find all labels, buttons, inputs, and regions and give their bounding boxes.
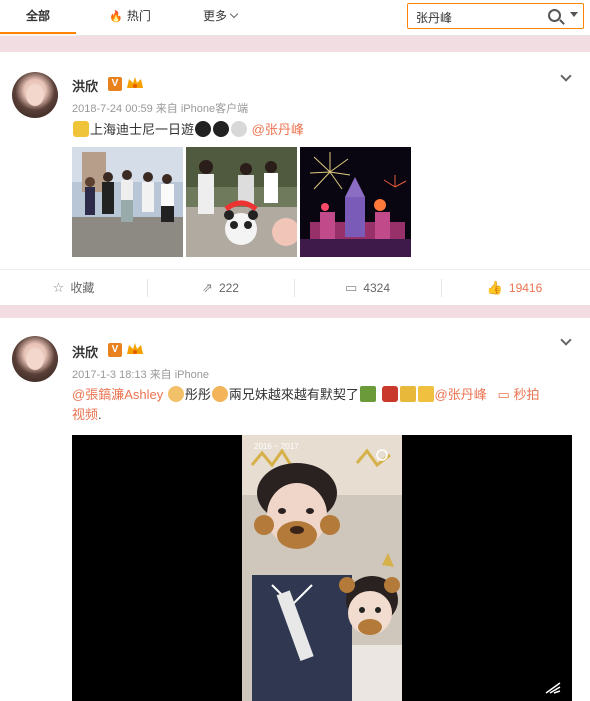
post-meta: 2018-7-24 00:59 来自 iPhone客户端	[72, 100, 248, 116]
tab-more-label: 更多	[202, 9, 227, 23]
star-icon: ☆	[52, 280, 65, 295]
chevron-down-icon	[229, 9, 239, 19]
post-time[interactable]: 2018-7-24 00:59	[72, 103, 153, 115]
girl-emoji-icon	[211, 386, 228, 402]
hand-point-emoji-icon	[417, 386, 434, 402]
post-text-b: 兩兄妹越來越有默契了	[228, 387, 359, 402]
thumbs-up-icon: 👍	[486, 280, 503, 295]
maple-emoji-icon	[381, 386, 398, 402]
tab-all[interactable]: 全部	[0, 0, 76, 34]
like-button[interactable]: 👍 19416	[441, 270, 588, 306]
mention-link[interactable]: @張鎬濂Ashley	[72, 387, 163, 402]
flame-icon: 🔥	[109, 11, 123, 23]
tab-more[interactable]: 更多	[190, 0, 250, 34]
post-image-2[interactable]	[186, 147, 297, 257]
author-name[interactable]: 洪欣	[72, 342, 98, 361]
tab-hot[interactable]: 🔥 热门	[100, 0, 160, 34]
video-label: 秒拍	[513, 387, 540, 402]
video-link-2[interactable]: 视频	[72, 407, 98, 422]
video-link[interactable]: ▭ 秒拍	[498, 387, 540, 402]
avatar[interactable]	[12, 72, 58, 118]
mention-link[interactable]: @张丹峰	[435, 387, 487, 402]
hand-emoji-icon	[231, 121, 248, 137]
repost-icon: ⇗	[202, 280, 213, 295]
search-dropdown-icon[interactable]	[570, 12, 578, 17]
post-text-a: 彤彤	[184, 387, 211, 402]
tab-hot-label: 热门	[126, 9, 151, 23]
trophy-emoji-icon	[73, 121, 89, 137]
top-tab-bar: 全部 🔥 热门 更多 张丹峰	[0, 0, 590, 36]
post-menu-chevron-icon[interactable]	[560, 70, 572, 82]
author-name[interactable]: 洪欣	[72, 76, 98, 95]
leaf-emoji-icon	[359, 386, 376, 402]
repost-button[interactable]: ⇗ 222	[147, 270, 294, 306]
video-icon[interactable]	[544, 681, 562, 695]
post-text-end: .	[98, 407, 102, 422]
post-time[interactable]: 2017-1-3 18:13	[72, 369, 147, 381]
weibo-post: 洪欣 V 2018-7-24 00:59 来自 iPhone客户端 上海迪士尼一…	[0, 52, 590, 305]
post-menu-chevron-icon[interactable]	[560, 334, 572, 346]
search-box[interactable]: 张丹峰	[407, 3, 584, 29]
member-crown-icon	[127, 77, 143, 88]
post-image-3[interactable]	[300, 147, 411, 257]
fortune-emoji-icon	[399, 386, 416, 402]
video-icon: ▭	[497, 387, 510, 402]
comment-count: 4324	[363, 281, 390, 295]
favorite-button[interactable]: ☆ 收藏	[0, 270, 147, 306]
search-input[interactable]: 张丹峰	[416, 9, 452, 26]
post-text: @張鎬濂Ashley 彤彤 兩兄妹越來越有默契了 @张丹峰 ▭ 秒拍 视频.	[72, 385, 577, 425]
post-source: 来自 iPhone客户端	[155, 103, 249, 115]
search-icon[interactable]	[548, 9, 561, 22]
video-frame: 2016 ~ 2017	[242, 435, 402, 701]
mention-link[interactable]: @张丹峰	[252, 122, 304, 137]
post-meta: 2017-1-3 18:13 来自 iPhone	[72, 366, 209, 382]
comment-button[interactable]: ▭ 4324	[294, 270, 441, 306]
post-action-bar: ☆ 收藏 ⇗ 222 ▭ 4324 👍 19416	[0, 269, 590, 305]
verified-badge-icon: V	[108, 343, 122, 357]
avatar[interactable]	[12, 336, 58, 382]
comment-icon: ▭	[345, 280, 358, 295]
post-text-body: 上海迪士尼一日遊	[90, 122, 195, 137]
boy-emoji-icon	[167, 386, 184, 402]
post-source: 来自 iPhone	[149, 369, 209, 381]
verified-badge-icon: V	[108, 77, 122, 91]
svg-text:2016 ~ 2017: 2016 ~ 2017	[254, 442, 299, 451]
mickey-emoji-icon	[213, 121, 230, 137]
mickey-emoji-icon	[195, 121, 212, 137]
post-image-1[interactable]	[72, 147, 183, 257]
weibo-post: 洪欣 V 2017-1-3 18:13 来自 iPhone @張鎬濂Ashley…	[0, 318, 590, 701]
like-count: 19416	[508, 281, 543, 295]
favorite-label: 收藏	[70, 281, 95, 295]
repost-count: 222	[218, 281, 239, 295]
post-text: 上海迪士尼一日遊 @张丹峰	[72, 120, 304, 140]
video-player[interactable]: 2016 ~ 2017	[72, 435, 572, 701]
member-crown-icon	[127, 343, 143, 354]
